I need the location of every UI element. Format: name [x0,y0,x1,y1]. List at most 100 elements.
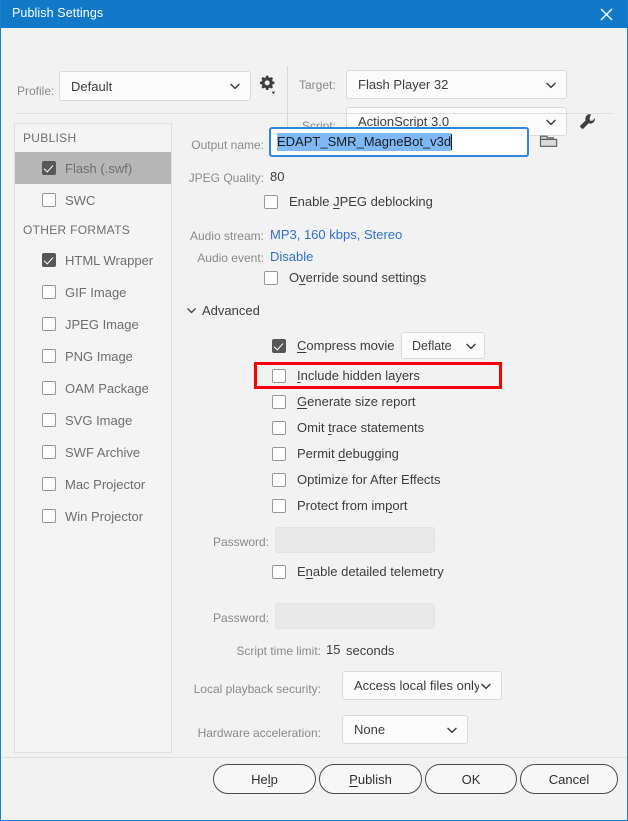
ok-button-label: OK [462,772,481,787]
hardware-acceleration-label: Hardware acceleration: [184,726,321,740]
sidebar-item-png-image[interactable]: PNG Image [15,340,171,372]
checkbox-protect-from-import[interactable] [272,499,286,513]
enable-detailed-telemetry-label: Enable detailed telemetry [297,564,444,579]
checkbox-swf-archive[interactable] [42,445,56,459]
profile-select-value: Default [71,79,228,94]
checkbox-compress-movie[interactable] [272,339,286,353]
protect-from-import-label: Protect from import [297,498,408,513]
sidebar-item-jpeg-image[interactable]: JPEG Image [15,308,171,340]
chevron-down-icon [479,679,493,693]
chevron-down-icon [544,78,558,92]
permit-debugging-row[interactable]: Permit debugging [272,446,399,461]
generate-size-report-row[interactable]: Generate size report [272,394,416,409]
help-button[interactable]: Help [213,764,316,794]
sidebar-item-flash-swf[interactable]: Flash (.swf) [15,152,171,184]
password-input-1[interactable] [275,527,435,553]
top-strip-separator [17,113,613,114]
window-title: Publish Settings [12,6,103,20]
checkbox-mac-projector[interactable] [42,477,56,491]
output-name-value: EDAPT_SMR_MagneBot_v3d [277,133,451,151]
compress-method-value: Deflate [412,339,464,353]
top-settings-strip: Profile: Default Target: Flash Player 32 [2,28,628,113]
checkbox-html-wrapper[interactable] [42,253,56,267]
sidebar-item-swc[interactable]: SWC [15,184,171,216]
audio-event-value[interactable]: Disable [270,249,313,264]
checkbox-gif-image[interactable] [42,285,56,299]
include-hidden-layers-row[interactable]: Include hidden layers [272,368,420,383]
local-playback-security-select[interactable]: Access local files only [342,671,502,700]
ok-button[interactable]: OK [425,764,517,794]
override-sound-settings-row[interactable]: Override sound settings [264,270,426,285]
sidebar-item-gif-image[interactable]: GIF Image [15,276,171,308]
checkbox-permit-debugging[interactable] [272,447,286,461]
checkbox-override-sound-settings[interactable] [264,271,278,285]
browse-output-button[interactable] [539,133,559,151]
protect-from-import-row[interactable]: Protect from import [272,498,408,513]
hardware-acceleration-select[interactable]: None [342,715,468,744]
script-time-limit-label: Script time limit: [184,644,321,658]
checkbox-oam-package[interactable] [42,381,56,395]
compress-movie-row[interactable]: Compress movie [272,338,395,353]
sidebar-item-label: HTML Wrapper [65,253,153,268]
advanced-section-label: Advanced [202,303,260,318]
checkbox-flash-swf[interactable] [42,161,56,175]
help-button-label: Help [251,772,278,787]
omit-trace-statements-label: Omit trace statements [297,420,424,435]
sidebar-item-oam-package[interactable]: OAM Package [15,372,171,404]
checkbox-svg-image[interactable] [42,413,56,427]
flash-settings-panel: Output name: EDAPT_SMR_MagneBot_v3d JPEG… [184,123,614,753]
footer-separator [2,757,628,758]
password-input-2[interactable] [275,603,435,629]
sidebar-item-label: SVG Image [65,413,132,428]
profile-options-button[interactable] [256,72,278,98]
jpeg-quality-value[interactable]: 80 [270,169,284,184]
output-name-label: Output name: [184,138,264,152]
checkbox-win-projector[interactable] [42,509,56,523]
sidebar-item-label: Flash (.swf) [65,161,132,176]
optimize-after-effects-label: Optimize for After Effects [297,472,441,487]
compress-method-select[interactable]: Deflate [401,332,485,359]
compress-movie-label: Compress movie [297,338,395,353]
enable-jpeg-deblocking-row[interactable]: Enable JPEG deblocking [264,194,433,209]
cancel-button[interactable]: Cancel [520,764,618,794]
checkbox-swc[interactable] [42,193,56,207]
checkbox-optimize-after-effects[interactable] [272,473,286,487]
target-select[interactable]: Flash Player 32 [346,70,567,99]
script-time-limit-value[interactable]: 15 [326,642,340,657]
output-name-input[interactable]: EDAPT_SMR_MagneBot_v3d [269,127,529,157]
script-time-limit-unit: seconds [346,643,394,658]
include-hidden-layers-label: Include hidden layers [297,368,420,383]
advanced-section-toggle[interactable]: Advanced [186,303,260,318]
checkbox-generate-size-report[interactable] [272,395,286,409]
enable-detailed-telemetry-row[interactable]: Enable detailed telemetry [272,564,444,579]
sidebar-item-mac-projector[interactable]: Mac Projector [15,468,171,500]
audio-event-label: Audio event: [184,251,264,265]
sidebar-item-html-wrapper[interactable]: HTML Wrapper [15,244,171,276]
checkbox-include-hidden-layers[interactable] [272,369,286,383]
sidebar-item-svg-image[interactable]: SVG Image [15,404,171,436]
chevron-down-icon [186,305,197,316]
sidebar-item-win-projector[interactable]: Win Projector [15,500,171,532]
checkbox-omit-trace-statements[interactable] [272,421,286,435]
checkbox-jpeg-image[interactable] [42,317,56,331]
chevron-down-icon [445,723,459,737]
publish-button-label: Publish [349,772,392,787]
checkbox-png-image[interactable] [42,349,56,363]
profile-select[interactable]: Default [59,71,251,101]
folder-icon [539,133,559,150]
optimize-after-effects-row[interactable]: Optimize for After Effects [272,472,441,487]
generate-size-report-label: Generate size report [297,394,416,409]
close-icon[interactable] [584,0,628,28]
permit-debugging-label: Permit debugging [297,446,399,461]
sidebar-heading-publish: PUBLISH [15,124,171,152]
sidebar-item-label: SWC [65,193,95,208]
checkbox-enable-detailed-telemetry[interactable] [272,565,286,579]
audio-stream-label: Audio stream: [184,229,264,243]
omit-trace-statements-row[interactable]: Omit trace statements [272,420,424,435]
sidebar-item-label: SWF Archive [65,445,140,460]
checkbox-enable-jpeg-deblocking[interactable] [264,195,278,209]
local-playback-security-label: Local playback security: [184,682,321,696]
sidebar-item-swf-archive[interactable]: SWF Archive [15,436,171,468]
audio-stream-value[interactable]: MP3, 160 kbps, Stereo [270,227,402,242]
publish-button[interactable]: Publish [319,764,422,794]
